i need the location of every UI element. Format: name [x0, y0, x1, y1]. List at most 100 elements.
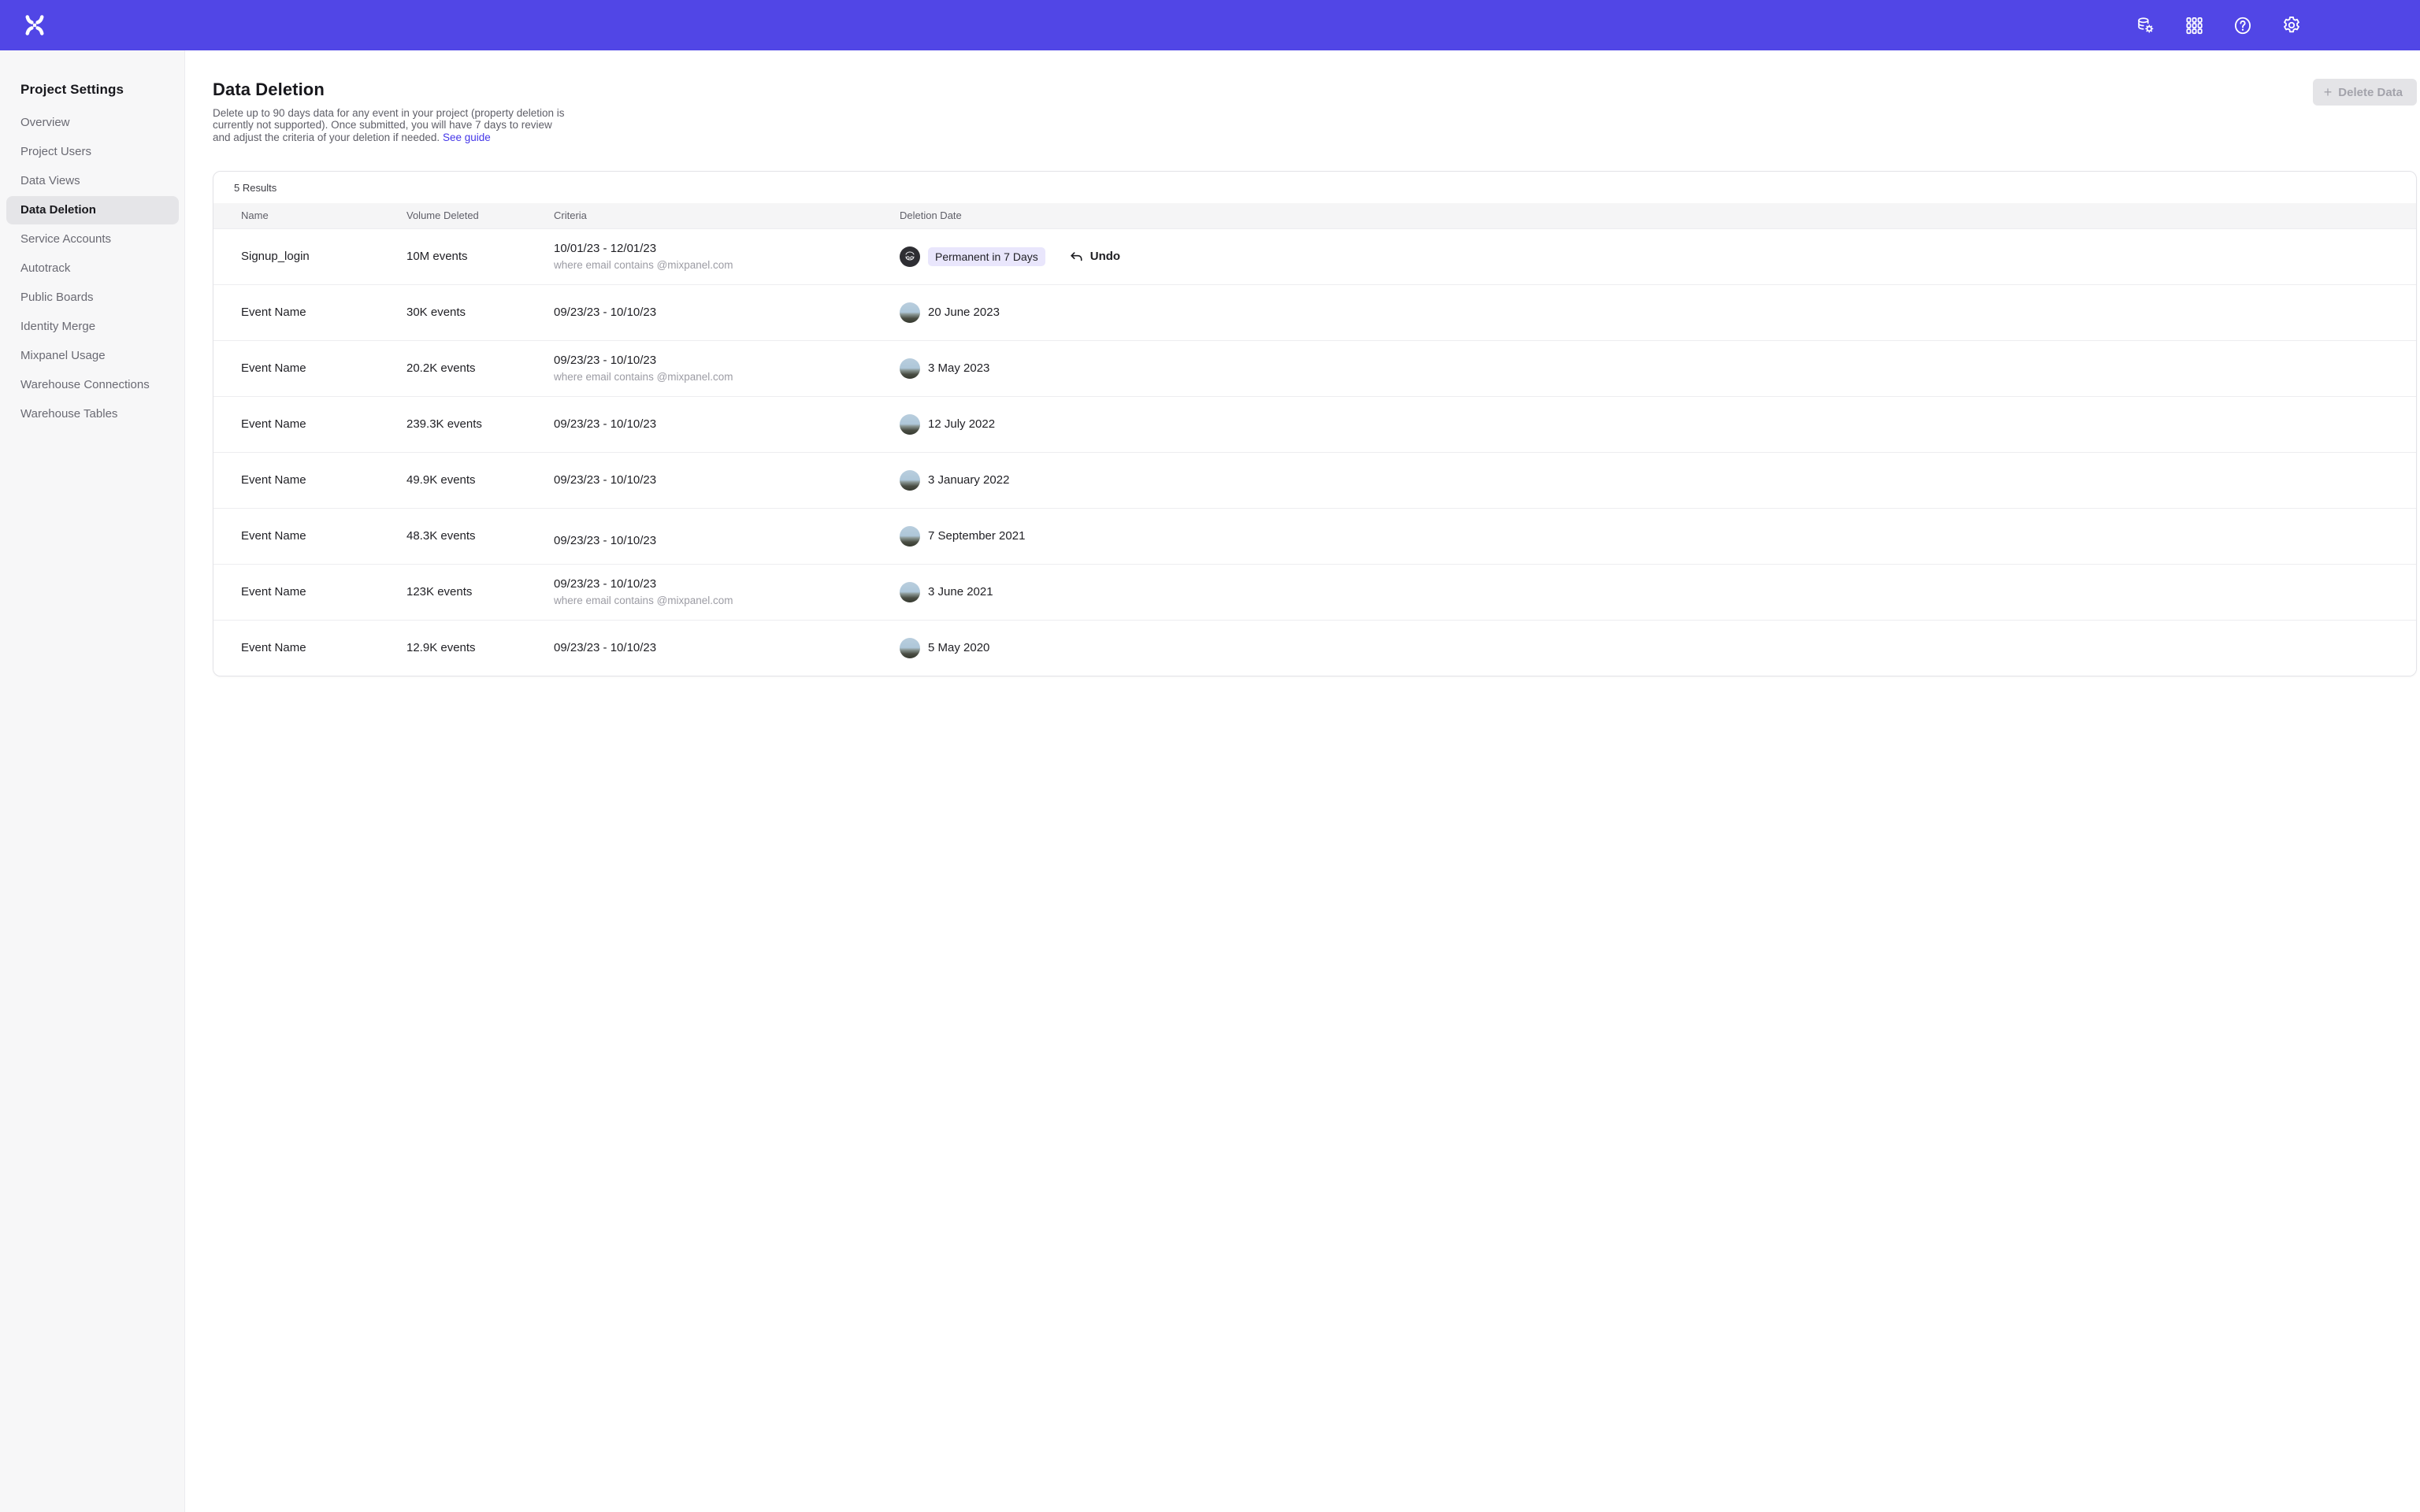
- page-description-text: Delete up to 90 days data for any event …: [213, 107, 565, 143]
- sidebar-item-autotrack[interactable]: Autotrack: [6, 254, 179, 283]
- deletion-date-cell: 3 January 2022: [900, 470, 2416, 491]
- sidebar-item-mixpanel-usage[interactable]: Mixpanel Usage: [6, 342, 179, 370]
- volume-deleted: 48.3K events: [406, 529, 554, 543]
- volume-deleted: 20.2K events: [406, 361, 554, 375]
- table-row: Event Name 49.9K events 09/23/23 - 10/10…: [213, 452, 2416, 508]
- deletion-date: 7 September 2021: [928, 529, 1025, 543]
- sidebar-item-warehouse-tables[interactable]: Warehouse Tables: [6, 400, 179, 428]
- sidebar-item-public-boards[interactable]: Public Boards: [6, 284, 179, 312]
- deletion-date: 5 May 2020: [928, 641, 989, 654]
- column-header-volume: Volume Deleted: [406, 209, 554, 221]
- criteria: 09/23/23 - 10/10/23 where email contains…: [554, 577, 900, 606]
- volume-deleted: 123K events: [406, 585, 554, 598]
- table-row: Event Name 123K events 09/23/23 - 10/10/…: [213, 564, 2416, 620]
- deletion-date: 20 June 2023: [928, 306, 1000, 319]
- deletion-date-cell: 7 September 2021: [900, 526, 2416, 547]
- event-name: Event Name: [213, 361, 406, 375]
- criteria-date-range: 09/23/23 - 10/10/23: [554, 417, 900, 431]
- sidebar-item-project-users[interactable]: Project Users: [6, 138, 179, 166]
- main-content: Data Deletion Delete up to 90 days data …: [185, 50, 2420, 676]
- criteria-date-range: 09/23/23 - 10/10/23: [554, 354, 900, 367]
- criteria-date-range: 09/23/23 - 10/10/23: [554, 534, 900, 547]
- user-avatar: [900, 526, 920, 547]
- deletion-date-cell: 3 June 2021: [900, 582, 2416, 602]
- user-avatar: [900, 582, 920, 602]
- results-count: 5 Results: [213, 172, 2416, 203]
- criteria-date-range: 09/23/23 - 10/10/23: [554, 473, 900, 487]
- event-name: Signup_login: [213, 250, 406, 263]
- column-header-criteria: Criteria: [554, 209, 900, 221]
- page-title: Data Deletion: [213, 80, 569, 100]
- criteria: 09/23/23 - 10/10/23: [554, 524, 900, 547]
- delete-data-button[interactable]: + Delete Data: [2313, 79, 2417, 106]
- criteria-where-clause: where email contains @mixpanel.com: [554, 371, 900, 383]
- event-name: Event Name: [213, 641, 406, 654]
- criteria-where-clause: where email contains @mixpanel.com: [554, 595, 900, 606]
- user-avatar: [900, 302, 920, 323]
- avatar-art-icon: [900, 246, 920, 267]
- topbar: [0, 0, 2420, 50]
- mixpanel-logo[interactable]: [22, 13, 47, 38]
- table-row: Event Name 30K events 09/23/23 - 10/10/2…: [213, 284, 2416, 340]
- volume-deleted: 239.3K events: [406, 417, 554, 431]
- plus-icon: +: [2324, 85, 2333, 99]
- criteria: 09/23/23 - 10/10/23: [554, 473, 900, 487]
- volume-deleted: 12.9K events: [406, 641, 554, 654]
- sidebar-item-identity-merge[interactable]: Identity Merge: [6, 313, 179, 341]
- criteria-where-clause: where email contains @mixpanel.com: [554, 259, 900, 271]
- user-avatar: [900, 246, 920, 267]
- deletion-date-cell: Permanent in 7 Days Undo: [900, 246, 2416, 267]
- criteria: 10/01/23 - 12/01/23 where email contains…: [554, 242, 900, 271]
- sidebar-item-warehouse-connections[interactable]: Warehouse Connections: [6, 371, 179, 399]
- sidebar-item-overview[interactable]: Overview: [6, 109, 179, 137]
- deletion-date: 12 July 2022: [928, 417, 995, 431]
- undo-arrow-icon: [1069, 250, 1083, 264]
- user-avatar: [900, 638, 920, 658]
- deletion-date-cell: 12 July 2022: [900, 414, 2416, 435]
- delete-data-label: Delete Data: [2338, 86, 2403, 99]
- user-avatar: [900, 470, 920, 491]
- criteria: 09/23/23 - 10/10/23: [554, 417, 900, 431]
- event-name: Event Name: [213, 473, 406, 487]
- help-icon[interactable]: [2233, 15, 2253, 35]
- table-row: Event Name 48.3K events 09/23/23 - 10/10…: [213, 508, 2416, 564]
- deletion-date: 3 June 2021: [928, 585, 993, 598]
- deletion-date: 3 May 2023: [928, 361, 989, 375]
- table-header-row: Name Volume Deleted Criteria Deletion Da…: [213, 203, 2416, 228]
- settings-gear-icon[interactable]: [2281, 15, 2302, 35]
- page-description: Delete up to 90 days data for any event …: [213, 107, 569, 143]
- criteria: 09/23/23 - 10/10/23: [554, 641, 900, 654]
- table-row: Event Name 20.2K events 09/23/23 - 10/10…: [213, 340, 2416, 396]
- undo-label: Undo: [1090, 250, 1120, 263]
- column-header-name: Name: [213, 209, 406, 221]
- criteria-date-range: 09/23/23 - 10/10/23: [554, 577, 900, 591]
- user-avatar: [900, 414, 920, 435]
- project-settings-sidebar: Project Settings OverviewProject UsersDa…: [0, 50, 185, 1512]
- table-row: Signup_login 10M events 10/01/23 - 12/01…: [213, 228, 2416, 284]
- apps-grid-icon[interactable]: [2184, 15, 2204, 35]
- deletion-date-cell: 20 June 2023: [900, 302, 2416, 323]
- deletion-date-cell: 5 May 2020: [900, 638, 2416, 658]
- criteria: 09/23/23 - 10/10/23 where email contains…: [554, 354, 900, 383]
- event-name: Event Name: [213, 529, 406, 543]
- undo-button[interactable]: Undo: [1069, 250, 1120, 264]
- column-header-deletion-date: Deletion Date: [900, 209, 2416, 221]
- deletion-date-cell: 3 May 2023: [900, 358, 2416, 379]
- see-guide-link[interactable]: See guide: [443, 132, 491, 143]
- criteria: 09/23/23 - 10/10/23: [554, 306, 900, 319]
- volume-deleted: 10M events: [406, 250, 554, 263]
- criteria-date-range: 10/01/23 - 12/01/23: [554, 242, 900, 255]
- sidebar-title: Project Settings: [0, 82, 178, 109]
- mixpanel-logo-icon: [23, 13, 46, 37]
- event-name: Event Name: [213, 585, 406, 598]
- sidebar-item-data-views[interactable]: Data Views: [6, 167, 179, 195]
- deletion-date: 3 January 2022: [928, 473, 1009, 487]
- volume-deleted: 49.9K events: [406, 473, 554, 487]
- event-name: Event Name: [213, 417, 406, 431]
- volume-deleted: 30K events: [406, 306, 554, 319]
- event-name: Event Name: [213, 306, 406, 319]
- sidebar-item-service-accounts[interactable]: Service Accounts: [6, 225, 179, 254]
- sidebar-item-data-deletion[interactable]: Data Deletion: [6, 196, 179, 224]
- user-avatar: [900, 358, 920, 379]
- data-management-icon[interactable]: [2135, 15, 2155, 35]
